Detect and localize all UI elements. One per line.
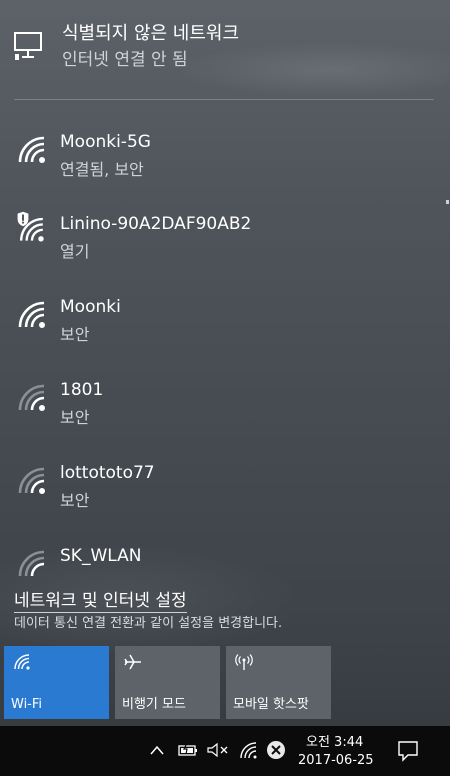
clock-time[interactable]: 오전 3:44 <box>306 731 363 750</box>
network-status: 보안 <box>60 325 90 344</box>
network-item-unidentified[interactable]: 식별되지 않은 네트워크 인터넷 연결 안 됨 <box>0 16 450 96</box>
network-status: 연결됨, 보안 <box>60 160 144 179</box>
wifi-weak-icon <box>18 550 45 577</box>
network-name: SK_WLAN <box>60 546 142 566</box>
wifi-open-warning-icon <box>17 211 44 242</box>
mobile-hotspot-label: 모바일 핫스팟 <box>233 697 309 712</box>
divider <box>14 99 434 100</box>
network-item[interactable]: Moonki-5G 연결됨, 보안 <box>0 120 450 200</box>
network-status: 보안 <box>60 491 90 510</box>
action-center-icon[interactable] <box>397 740 419 762</box>
network-settings-description: 데이터 통신 연결 전환과 같이 설정을 변경합니다. <box>14 616 283 631</box>
wifi-toggle-label: Wi-Fi <box>11 697 43 712</box>
ethernet-monitor-icon <box>14 32 42 60</box>
network-name: Moonki-5G <box>60 132 151 152</box>
network-status: 보안 <box>60 408 90 427</box>
wifi-full-icon <box>18 136 45 163</box>
speaker-muted-icon[interactable] <box>207 743 229 757</box>
chevron-up-icon[interactable] <box>150 744 164 756</box>
network-name: Linino-90A2DAF90AB2 <box>60 214 252 234</box>
network-item[interactable]: SK_WLAN <box>0 534 450 580</box>
network-name: lottototo77 <box>60 463 155 483</box>
network-item[interactable]: lottototo77 보안 <box>0 451 450 531</box>
network-name: Moonki <box>60 297 121 317</box>
battery-charging-icon[interactable] <box>178 743 198 757</box>
mobile-hotspot-button[interactable]: 모바일 핫스팟 <box>226 646 331 719</box>
network-wifi-icon[interactable] <box>239 741 259 759</box>
airplane-mode-label: 비행기 모드 <box>122 697 186 712</box>
network-status: 인터넷 연결 안 됨 <box>62 50 188 70</box>
network-item[interactable]: Moonki 보안 <box>0 285 450 365</box>
network-name: 1801 <box>60 380 104 400</box>
network-name: 식별되지 않은 네트워크 <box>62 23 240 44</box>
network-status: 열기 <box>60 242 90 261</box>
wifi-weak-icon <box>18 467 45 494</box>
network-settings-link[interactable]: 네트워크 및 인터넷 설정 <box>14 586 187 613</box>
airplane-mode-button[interactable]: 비행기 모드 <box>115 646 220 719</box>
wifi-toggle-button[interactable]: Wi-Fi <box>4 646 109 719</box>
network-item[interactable]: Linino-90A2DAF90AB2 열기 <box>0 202 450 282</box>
airplane-icon <box>124 654 141 670</box>
wifi-full-icon <box>18 301 45 328</box>
wifi-weak-icon <box>18 384 45 411</box>
wifi-icon <box>14 654 30 670</box>
clock-date[interactable]: 2017-06-25 <box>298 753 374 768</box>
network-item[interactable]: 1801 보안 <box>0 368 450 448</box>
no-connection-x-icon[interactable] <box>266 740 286 760</box>
hotspot-icon <box>235 654 253 670</box>
